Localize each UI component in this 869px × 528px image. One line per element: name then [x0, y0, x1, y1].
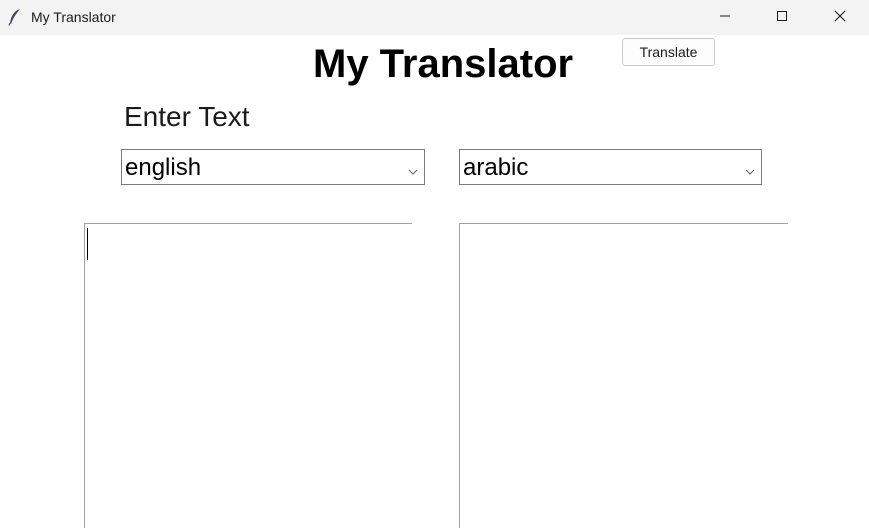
page-title: My Translator — [313, 42, 574, 86]
close-icon — [834, 9, 846, 27]
enter-text-label: Enter Text — [124, 101, 250, 132]
text-cursor — [87, 228, 88, 260]
output-text-area[interactable] — [459, 223, 788, 528]
chevron-down-icon[interactable] — [744, 163, 756, 175]
window-title: My Translator — [31, 9, 116, 25]
target-language-select[interactable]: arabic — [459, 149, 762, 185]
maximize-icon — [776, 9, 788, 27]
maximize-button[interactable] — [759, 0, 805, 35]
title-bar[interactable]: My Translator — [0, 0, 869, 35]
source-language-value: english — [125, 154, 202, 181]
minimize-icon — [719, 9, 731, 27]
target-language-value: arabic — [463, 154, 529, 181]
feather-icon — [8, 8, 22, 26]
close-button[interactable] — [817, 0, 863, 35]
chevron-down-icon[interactable] — [407, 163, 419, 175]
app-window: My Translator My Translator Translate En… — [0, 0, 869, 528]
minimize-button[interactable] — [702, 0, 748, 35]
source-language-select[interactable]: english — [121, 149, 425, 185]
translate-button[interactable]: Translate — [622, 38, 715, 66]
input-text-area[interactable] — [84, 223, 412, 528]
